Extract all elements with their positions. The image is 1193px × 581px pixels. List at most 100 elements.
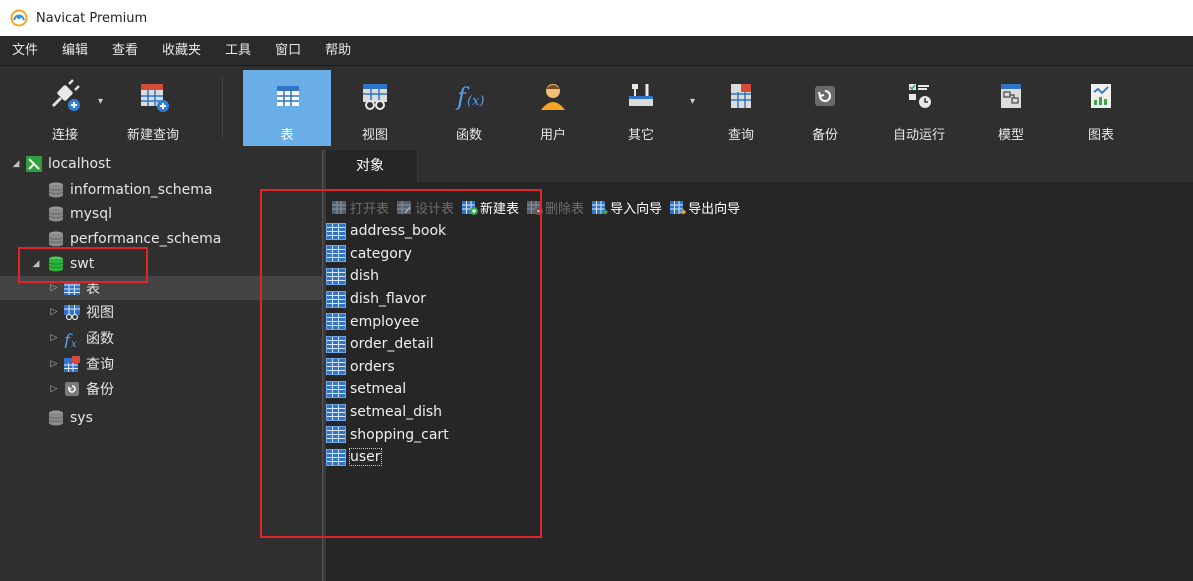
new-query-button[interactable]: 新建查询: [118, 70, 188, 146]
table-list: address_book category dish dish_flavor e…: [326, 220, 626, 469]
new-table-button[interactable]: 新建表: [462, 198, 519, 217]
design-table-button[interactable]: 设计表: [397, 198, 454, 217]
database-icon: [48, 182, 64, 198]
main-toolbar: 连接 ▾ 新建查询 表 视图 f (x) 函数 用户 其它 ▾ 查询 备份 自动…: [0, 66, 1193, 150]
query-icon: [723, 78, 759, 114]
model-icon: [993, 78, 1029, 114]
import-icon: [592, 200, 609, 215]
table-icon: [326, 380, 346, 398]
plug-icon: [47, 78, 83, 114]
menu-tools[interactable]: 工具: [213, 36, 263, 66]
connection-icon: [26, 156, 42, 172]
list-item[interactable]: category: [326, 243, 626, 266]
query-button[interactable]: 查询: [706, 70, 776, 146]
collapse-arrow-icon[interactable]: ◢: [10, 159, 22, 169]
export-wizard-button[interactable]: 导出向导: [670, 198, 740, 217]
query-icon: [64, 356, 80, 372]
connect-button[interactable]: 连接: [30, 70, 100, 146]
menu-window[interactable]: 窗口: [263, 36, 313, 66]
design-table-icon: [397, 200, 412, 214]
table-icon: [64, 280, 80, 296]
list-item[interactable]: setmeal: [326, 378, 626, 401]
database-swt[interactable]: ◢ swt: [0, 252, 322, 276]
function-icon: f (x): [451, 78, 487, 114]
list-item[interactable]: user: [326, 446, 626, 469]
table-icon: [326, 290, 346, 308]
svg-text:(x): (x): [467, 94, 484, 109]
expand-arrow-icon[interactable]: ▷: [48, 384, 60, 394]
others-dropdown-icon[interactable]: ▾: [690, 96, 695, 107]
database-sys[interactable]: sys: [0, 406, 322, 430]
toolbar-separator: [222, 76, 223, 138]
tree-node-views[interactable]: ▷ 视图: [0, 300, 322, 324]
tab-objects[interactable]: 对象: [326, 150, 418, 182]
list-item[interactable]: orders: [326, 356, 626, 379]
navigation-pane: ◢ localhost information_schema mysql per…: [0, 150, 322, 581]
expand-arrow-icon[interactable]: ▷: [48, 283, 60, 293]
open-table-button[interactable]: 打开表: [332, 198, 389, 217]
tab-strip: 对象: [326, 150, 1193, 182]
title-bar: Navicat Premium: [0, 0, 1193, 36]
function-button[interactable]: f (x) 函数: [434, 70, 504, 146]
expand-arrow-icon[interactable]: ▷: [48, 333, 60, 343]
others-button[interactable]: 其它: [606, 70, 676, 146]
list-item[interactable]: dish: [326, 265, 626, 288]
database-information-schema[interactable]: information_schema: [0, 178, 322, 202]
window-title: Navicat Premium: [36, 10, 148, 26]
open-table-icon: [332, 200, 346, 214]
menu-favorites[interactable]: 收藏夹: [150, 36, 213, 66]
tree-node-backups[interactable]: ▷ 备份: [0, 377, 322, 401]
list-item[interactable]: address_book: [326, 220, 626, 243]
backup-icon: [807, 78, 843, 114]
delete-table-button[interactable]: 删除表: [527, 198, 584, 217]
database-mysql[interactable]: mysql: [0, 202, 322, 226]
list-item[interactable]: order_detail: [326, 333, 626, 356]
view-button[interactable]: 视图: [340, 70, 410, 146]
delete-table-icon: [527, 200, 544, 215]
backup-button[interactable]: 备份: [790, 70, 860, 146]
database-performance-schema[interactable]: performance_schema: [0, 227, 322, 251]
function-icon: fx: [62, 330, 80, 351]
table-icon: [326, 313, 346, 331]
table-icon: [326, 267, 346, 285]
expand-arrow-icon[interactable]: ▷: [48, 307, 60, 317]
menu-help[interactable]: 帮助: [313, 36, 363, 66]
table-icon: [326, 358, 346, 376]
list-item[interactable]: setmeal_dish: [326, 401, 626, 424]
table-icon: [326, 448, 346, 466]
chart-button[interactable]: 图表: [1066, 70, 1136, 146]
table-icon: [326, 245, 346, 263]
menu-file[interactable]: 文件: [0, 36, 50, 66]
list-item[interactable]: shopping_cart: [326, 423, 626, 446]
table-icon: [326, 426, 346, 444]
connection-localhost[interactable]: ◢ localhost: [0, 152, 322, 176]
schedule-icon: [901, 78, 937, 114]
view-icon: [64, 304, 80, 321]
import-wizard-button[interactable]: 导入向导: [592, 198, 662, 217]
new-query-icon: [135, 78, 171, 114]
list-item[interactable]: employee: [326, 310, 626, 333]
connect-dropdown-icon[interactable]: ▾: [98, 96, 103, 107]
auto-run-button[interactable]: 自动运行: [884, 70, 954, 146]
list-item[interactable]: dish_flavor: [326, 288, 626, 311]
model-button[interactable]: 模型: [976, 70, 1046, 146]
table-icon: [326, 222, 346, 240]
tree-node-functions[interactable]: ▷ fx 函数: [0, 326, 322, 351]
svg-text:x: x: [71, 339, 77, 348]
navicat-logo-icon: [10, 9, 28, 27]
database-icon: [48, 206, 64, 222]
object-toolbar: 打开表 设计表 新建表 删除表 导入向导 导出向导: [332, 196, 748, 218]
user-button[interactable]: 用户: [518, 70, 588, 146]
tree-node-queries[interactable]: ▷ 查询: [0, 352, 322, 376]
menu-bar: 文件 编辑 查看 收藏夹 工具 窗口 帮助: [0, 36, 1193, 66]
collapse-arrow-icon[interactable]: ◢: [30, 259, 42, 269]
menu-edit[interactable]: 编辑: [50, 36, 100, 66]
user-icon: [535, 78, 571, 114]
view-icon: [357, 78, 393, 114]
tree-node-tables[interactable]: ▷ 表: [0, 276, 322, 300]
expand-arrow-icon[interactable]: ▷: [48, 359, 60, 369]
menu-view[interactable]: 查看: [100, 36, 150, 66]
database-icon: [48, 410, 64, 426]
table-icon: [269, 78, 305, 114]
table-button[interactable]: 表: [243, 70, 331, 146]
